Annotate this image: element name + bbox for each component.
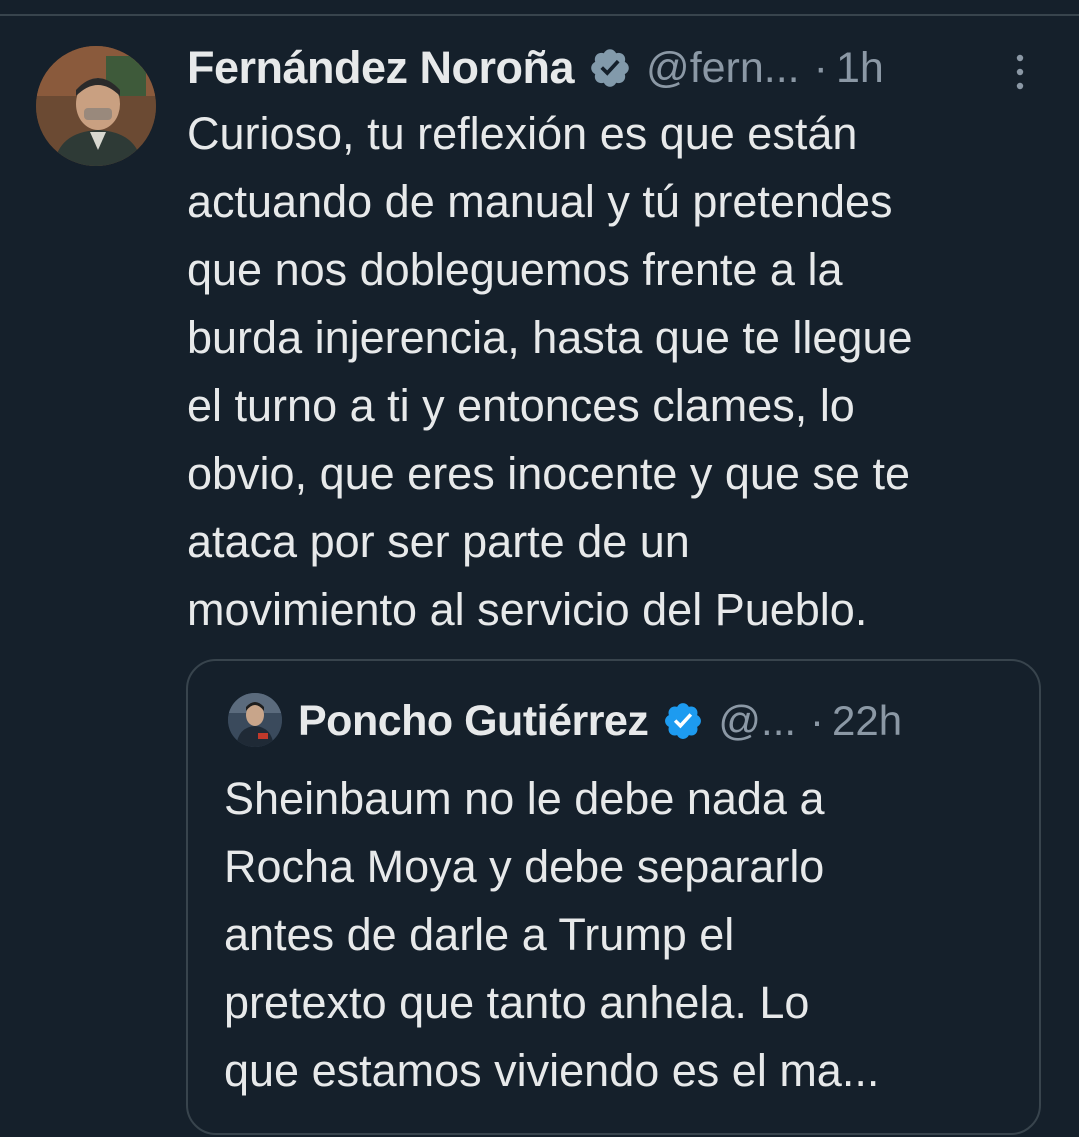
tweet-text-line: obvio, que eres inocente y que se te xyxy=(187,448,910,499)
quoted-author-name[interactable]: Poncho Gutiérrez xyxy=(298,697,649,746)
quoted-text-line: pretexto que tanto anhela. Lo xyxy=(224,977,810,1028)
tweet-header: Fernández Noroña @fern... · 1h xyxy=(187,40,1047,96)
tweet-text-line: burda injerencia, hasta que te llegue xyxy=(187,312,913,363)
quoted-text-line: antes de darle a Trump el xyxy=(224,909,735,960)
tweet-time[interactable]: 1h xyxy=(836,44,884,93)
author-avatar-image xyxy=(36,46,156,166)
verified-badge-icon xyxy=(588,46,632,90)
tweet-text-line: el turno a ti y entonces clames, lo xyxy=(187,380,855,431)
author-handle[interactable]: @fern... xyxy=(646,44,800,93)
quoted-tweet-card[interactable]: Poncho Gutiérrez @... · 22h Sheinbaum no… xyxy=(186,659,1041,1135)
tweet-text-line: actuando de manual y tú pretendes xyxy=(187,176,893,227)
tweet-text-line: que nos dobleguemos frente a la xyxy=(187,244,843,295)
top-divider xyxy=(0,14,1079,16)
quoted-tweet-header: Poncho Gutiérrez @... · 22h xyxy=(298,691,1018,751)
tweet-text-line: movimiento al servicio del Pueblo. xyxy=(187,584,868,635)
quoted-text-line: que estamos viviendo es el ma... xyxy=(224,1045,880,1096)
author-avatar[interactable] xyxy=(36,46,156,166)
verified-badge-icon xyxy=(662,700,704,742)
quoted-text-line: Sheinbaum no le debe nada a xyxy=(224,773,825,824)
quoted-author-handle[interactable]: @... xyxy=(718,697,796,745)
more-vertical-icon[interactable] xyxy=(1008,50,1032,94)
tweet-text-line: Curioso, tu reflexión es que están xyxy=(187,108,858,159)
quoted-tweet-text: Sheinbaum no le debe nada a Rocha Moya y… xyxy=(224,765,1024,1105)
quoted-author-avatar-image xyxy=(228,693,282,747)
quoted-text-line: Rocha Moya y debe separarlo xyxy=(224,841,825,892)
tweet-text-line: ataca por ser parte de un xyxy=(187,516,690,567)
quoted-author-avatar[interactable] xyxy=(228,693,282,747)
quoted-tweet-time[interactable]: 22h xyxy=(832,697,902,745)
tweet-text: Curioso, tu reflexión es que están actua… xyxy=(187,100,1057,644)
author-name[interactable]: Fernández Noroña xyxy=(187,42,575,94)
separator-dot: · xyxy=(810,697,825,744)
separator-dot: · xyxy=(813,43,828,92)
